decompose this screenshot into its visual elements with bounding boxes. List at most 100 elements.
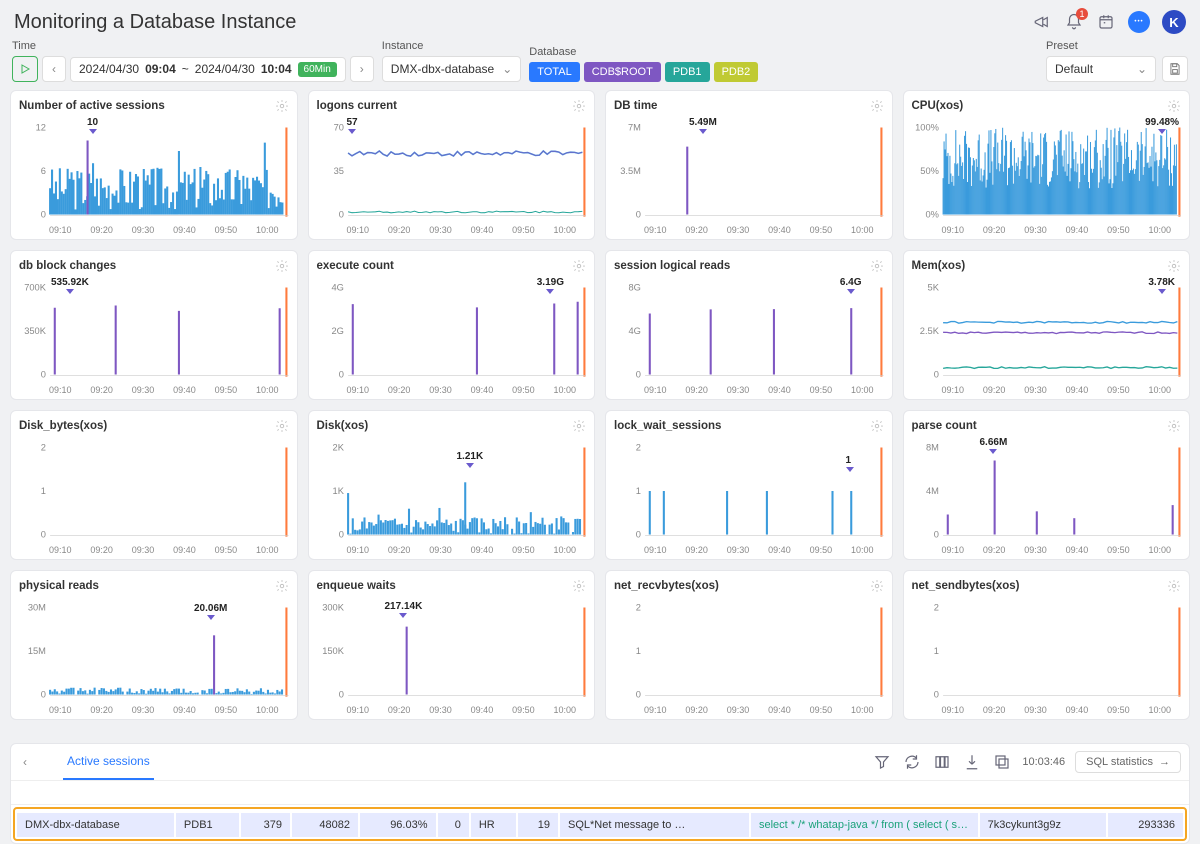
chart-area[interactable]: 6.66M8M4M0 [912,437,1182,545]
metric-card: Mem(xos) 3.78K5K2.5K0 09:1009:2009:3009:… [903,250,1191,400]
chart-area[interactable]: 6.4G8G4G0 [614,277,884,385]
card-title: execute count [317,260,394,272]
bottom-panel: ‹ Active sessions 10:03:46 SQL statistic… [10,743,1190,844]
play-button[interactable] [12,56,38,82]
chart-area[interactable]: 3.78K5K2.5K0 [912,277,1182,385]
chart-area[interactable]: 3.19G4G2G0 [317,277,587,385]
gear-icon[interactable] [870,579,884,593]
gear-icon[interactable] [572,259,586,273]
svg-text:350K: 350K [24,326,47,336]
gear-icon[interactable] [275,259,289,273]
metric-card: execute count 3.19G4G2G0 09:1009:2009:30… [308,250,596,400]
chart-area[interactable]: 217.14K300K150K0 [317,597,587,705]
download-icon[interactable] [962,752,982,772]
gear-icon[interactable] [572,419,586,433]
filter-icon[interactable] [872,752,892,772]
svg-text:0: 0 [933,370,938,380]
columns-icon[interactable] [932,752,952,772]
svg-text:2G: 2G [331,326,343,336]
chart-area[interactable]: 210 [912,597,1182,705]
chart-area[interactable]: 535.92K700K350K0 [19,277,289,385]
preset-label: Preset [1046,40,1188,52]
gear-icon[interactable] [1167,259,1181,273]
bell-icon[interactable]: 1 [1064,12,1084,32]
svg-text:0: 0 [41,690,46,700]
x-axis: 09:1009:2009:3009:4009:5010:00 [317,545,587,555]
gear-icon[interactable] [1167,99,1181,113]
x-axis: 09:1009:2009:3009:4009:5010:00 [19,545,289,555]
time-next-button[interactable]: › [350,56,374,82]
chevron-down-icon: ⌄ [1137,62,1147,76]
chart-area[interactable]: 5770350 [317,117,587,225]
gear-icon[interactable] [870,419,884,433]
bottom-tab[interactable]: Active sessions [63,744,154,780]
svg-text:1: 1 [41,486,46,496]
db-chip[interactable]: TOTAL [529,62,579,82]
gear-icon[interactable] [275,579,289,593]
chart-area[interactable]: 210 [614,597,884,705]
db-chip[interactable]: PDB1 [665,62,710,82]
time-control: Time ‹ 2024/04/30 09:04 ~ 2024/04/30 10:… [12,40,374,82]
x-axis: 09:1009:2009:3009:4009:5010:00 [614,385,884,395]
svg-text:1: 1 [636,646,641,656]
gear-icon[interactable] [275,419,289,433]
card-title: db block changes [19,260,116,272]
svg-text:7M: 7M [628,123,641,133]
chat-icon[interactable]: ••• [1128,11,1150,33]
card-title: Disk(xos) [317,420,369,432]
chart-area[interactable]: 5.49M7M3.5M0 [614,117,884,225]
calendar-icon[interactable] [1096,12,1116,32]
x-axis: 09:1009:2009:3009:4009:5010:00 [317,705,587,715]
chart-area[interactable]: 101260 [19,117,289,225]
tabs-prev-icon[interactable]: ‹ [19,749,31,775]
svg-text:1K: 1K [332,486,344,496]
svg-text:30M: 30M [28,603,46,613]
x-axis: 09:1009:2009:3009:4009:5010:00 [614,705,884,715]
chart-area[interactable]: 99.48%100%50%0% [912,117,1182,225]
time-range-display[interactable]: 2024/04/30 09:04 ~ 2024/04/30 10:04 60Mi… [70,57,346,82]
sql-statistics-button[interactable]: SQL statistics→ [1075,751,1181,773]
gear-icon[interactable] [1167,579,1181,593]
instance-select[interactable]: DMX-dbx-database ⌄ [382,56,521,82]
gear-icon[interactable] [572,579,586,593]
chart-area[interactable]: 210 [19,437,289,545]
refresh-icon[interactable] [902,752,922,772]
svg-text:0: 0 [338,530,343,540]
avatar[interactable]: K [1162,10,1186,34]
gear-icon[interactable] [870,259,884,273]
svg-text:35: 35 [333,166,343,176]
preset-select[interactable]: Default ⌄ [1046,56,1156,82]
page-title: Monitoring a Database Instance [14,11,1032,34]
chart-area[interactable]: 20.06M30M15M0 [19,597,289,705]
chart-area[interactable]: 1210 [614,437,884,545]
announce-icon[interactable] [1032,12,1052,32]
gear-icon[interactable] [1167,419,1181,433]
table-row[interactable]: DMX-dbx-database PDB1 379 48082 96.03% 0… [17,813,1183,837]
db-chip[interactable]: PDB2 [714,62,759,82]
save-preset-button[interactable] [1162,56,1188,82]
timeline[interactable] [11,781,1189,805]
card-title: DB time [614,100,657,112]
gear-icon[interactable] [572,99,586,113]
time-prev-button[interactable]: ‹ [42,56,66,82]
x-axis: 09:1009:2009:3009:4009:5010:00 [912,385,1182,395]
db-chip[interactable]: CDB$ROOT [584,62,661,82]
gear-icon[interactable] [275,99,289,113]
svg-text:4G: 4G [331,283,343,293]
metric-card: logons current 5770350 09:1009:2009:3009… [308,90,596,240]
chart-area[interactable]: 1.21K2K1K0 [317,437,587,545]
svg-text:0: 0 [933,690,938,700]
svg-text:5K: 5K [927,283,939,293]
copy-icon[interactable] [992,752,1012,772]
x-axis: 09:1009:2009:3009:4009:5010:00 [317,385,587,395]
svg-text:8M: 8M [926,443,939,453]
db-chips: TOTALCDB$ROOTPDB1PDB2 [529,62,758,82]
card-title: CPU(xos) [912,100,964,112]
range-badge: 60Min [298,62,337,77]
chevron-down-icon: ⌄ [502,62,512,76]
card-title: logons current [317,100,398,112]
gear-icon[interactable] [870,99,884,113]
metric-card: parse count 6.66M8M4M0 09:1009:2009:3009… [903,410,1191,560]
bell-badge: 1 [1076,8,1088,20]
active-sessions-table: DMX-dbx-database PDB1 379 48082 96.03% 0… [13,807,1187,841]
